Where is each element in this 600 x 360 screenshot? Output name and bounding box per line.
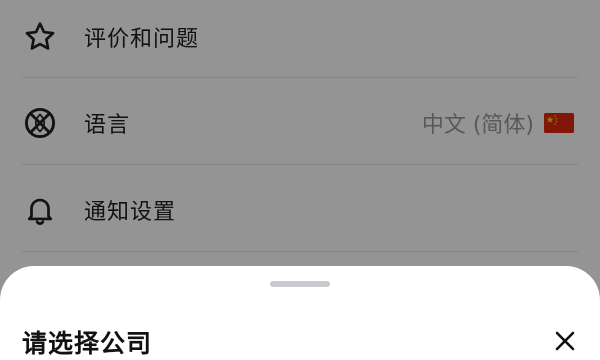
close-icon <box>553 329 577 357</box>
company-picker-sheet: 请选择公司 <box>0 266 600 360</box>
close-button[interactable] <box>548 326 582 360</box>
sheet-title: 请选择公司 <box>22 329 153 358</box>
sheet-drag-handle[interactable] <box>270 281 330 287</box>
screen: 评价和问题 语言 中文 (简体) 通知设置 请选择公司 <box>0 0 600 360</box>
